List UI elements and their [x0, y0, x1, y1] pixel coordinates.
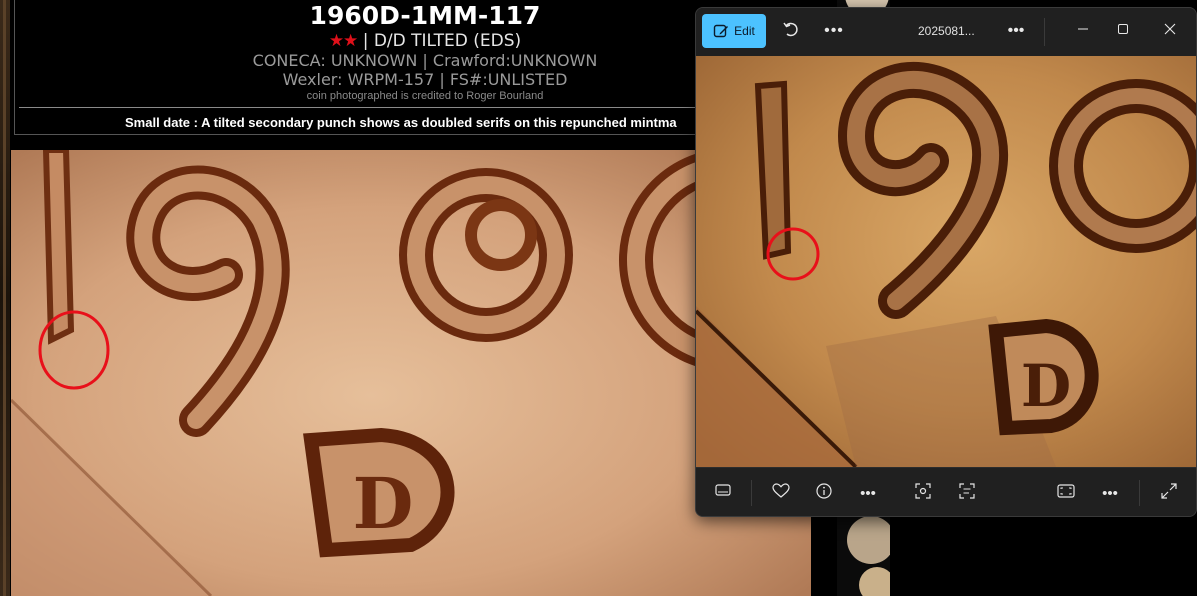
divider	[1044, 18, 1045, 46]
close-icon	[1164, 22, 1176, 40]
file-more-button[interactable]: •••	[1002, 14, 1030, 48]
edit-icon	[713, 23, 729, 39]
minimize-button[interactable]	[1068, 14, 1098, 48]
info-button[interactable]	[809, 478, 839, 508]
more-icon: •••	[1007, 22, 1025, 39]
file-name: 2025081...	[918, 24, 975, 38]
edit-label: Edit	[734, 24, 755, 38]
mint-mark-d: D	[1021, 352, 1071, 420]
favorite-icon	[772, 483, 790, 503]
more-view-options-button[interactable]: •••	[1095, 478, 1125, 508]
listing-header: 1960D-1MM-117 ★★ | D/D TILTED (EDS) CONE…	[14, 0, 709, 135]
viewer-image[interactable]: D	[696, 56, 1196, 467]
more-icon: •••	[824, 22, 844, 39]
visual-search-button[interactable]	[908, 478, 938, 508]
fit-button[interactable]	[1051, 478, 1081, 508]
filmstrip-button[interactable]	[708, 478, 738, 508]
see-more-button[interactable]: •••	[820, 14, 848, 48]
variety-description: Small date : A tilted secondary punch sh…	[125, 115, 677, 130]
mint-mark-d: D	[353, 462, 414, 545]
more-icon: •••	[860, 484, 876, 502]
visual-search-icon	[915, 483, 931, 503]
coin-zoom-image: D	[696, 56, 1196, 467]
divider	[751, 480, 752, 506]
more-icon: •••	[1102, 484, 1118, 502]
fit-icon	[1057, 484, 1075, 502]
bottom-toolbar: ••• •••	[696, 467, 1196, 516]
filmstrip-icon	[715, 484, 731, 502]
more-options-button[interactable]: •••	[853, 478, 883, 508]
minimize-icon	[1077, 22, 1089, 40]
rotate-icon	[782, 20, 800, 43]
edit-button[interactable]: Edit	[702, 14, 766, 48]
rating-stars: ★★	[328, 31, 359, 51]
divider	[19, 107, 709, 108]
page-border	[0, 0, 10, 596]
text-scan-icon	[959, 483, 975, 503]
divider	[1139, 480, 1140, 506]
coin-closeup-image: D	[11, 150, 811, 596]
fullscreen-icon	[1161, 483, 1177, 503]
info-icon	[816, 483, 832, 503]
fullscreen-button[interactable]	[1154, 478, 1184, 508]
maximize-button[interactable]	[1108, 14, 1138, 48]
rotate-button[interactable]	[778, 14, 804, 48]
photos-viewer-window[interactable]: Edit ••• 2025081... ••• D ••• •••	[695, 7, 1197, 517]
text-scan-button[interactable]	[952, 478, 982, 508]
variety-type: | D/D TILTED (EDS)	[357, 31, 522, 51]
close-button[interactable]	[1155, 14, 1185, 48]
coin-photo: D	[11, 150, 811, 596]
title-bar[interactable]: Edit ••• 2025081... •••	[696, 8, 1196, 56]
maximize-icon	[1117, 22, 1129, 40]
favorite-button[interactable]	[766, 478, 796, 508]
